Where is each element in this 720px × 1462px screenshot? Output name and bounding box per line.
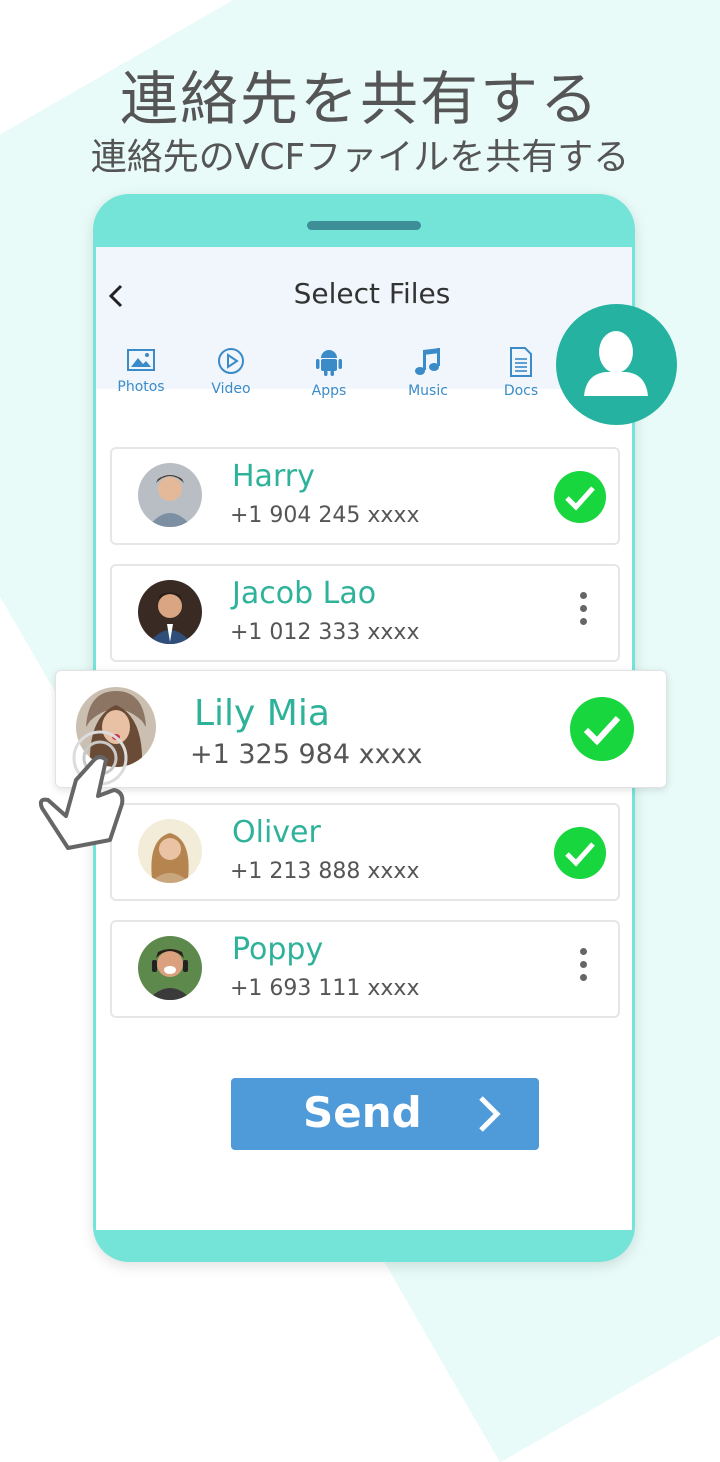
tab-docs[interactable]: Docs <box>476 347 566 399</box>
chevron-right-icon <box>479 1096 501 1132</box>
contact-name: Oliver <box>232 815 321 850</box>
play-circle-icon <box>218 348 244 374</box>
contact-phone: +1 213 888 xxxx <box>230 859 420 884</box>
tab-apps-label: Apps <box>311 383 347 399</box>
selected-check-icon[interactable] <box>570 697 634 761</box>
android-icon <box>316 350 342 376</box>
selected-check-icon[interactable] <box>554 471 606 523</box>
more-options-icon[interactable] <box>580 948 588 988</box>
more-options-icon[interactable] <box>580 592 588 632</box>
tab-photos[interactable]: Photos <box>96 347 186 395</box>
avatar <box>138 463 202 527</box>
document-icon <box>510 347 532 377</box>
avatar <box>138 819 202 883</box>
promo-subheadline: 連絡先のVCFファイルを共有する <box>90 137 630 178</box>
tab-docs-label: Docs <box>503 383 539 399</box>
phone-speaker <box>307 221 421 230</box>
contact-card-harry[interactable]: Harry +1 904 245 xxxx <box>110 447 620 545</box>
contact-phone: +1 904 245 xxxx <box>230 503 420 528</box>
contact-card-jacob-lao[interactable]: Jacob Lao +1 012 333 xxxx <box>110 564 620 662</box>
tab-apps[interactable]: Apps <box>284 347 374 399</box>
selected-check-icon[interactable] <box>554 827 606 879</box>
contact-name: Poppy <box>232 932 324 967</box>
tab-photos-label: Photos <box>117 379 165 395</box>
image-icon <box>127 349 155 371</box>
music-note-icon <box>415 348 440 375</box>
avatar <box>138 936 202 1000</box>
avatar <box>138 580 202 644</box>
hand-tap-icon <box>38 730 128 850</box>
page-title: Select Files <box>293 277 451 310</box>
category-tabs: Photos Video Apps Music Docs <box>96 347 566 417</box>
tab-music-label: Music <box>408 383 448 399</box>
tab-music[interactable]: Music <box>383 347 473 399</box>
contact-card-lily-mia[interactable]: Lily Mia +1 325 984 xxxx <box>55 670 667 788</box>
promo-headline: 連絡先を共有する <box>119 65 600 133</box>
tab-video-label: Video <box>211 381 251 397</box>
contact-name: Lily Mia <box>194 693 330 734</box>
contact-card-poppy[interactable]: Poppy +1 693 111 xxxx <box>110 920 620 1018</box>
send-button-label: Send <box>303 1088 422 1137</box>
contact-name: Jacob Lao <box>232 576 377 611</box>
contact-card-oliver[interactable]: Oliver +1 213 888 xxxx <box>110 803 620 901</box>
person-icon <box>584 331 648 396</box>
contact-phone: +1 693 111 xxxx <box>230 976 420 1001</box>
send-button[interactable]: Send <box>231 1078 539 1150</box>
contact-badge <box>556 304 677 425</box>
contact-phone: +1 325 984 xxxx <box>190 739 423 770</box>
contact-name: Harry <box>232 459 315 494</box>
contact-phone: +1 012 333 xxxx <box>230 620 420 645</box>
tab-video[interactable]: Video <box>186 347 276 397</box>
